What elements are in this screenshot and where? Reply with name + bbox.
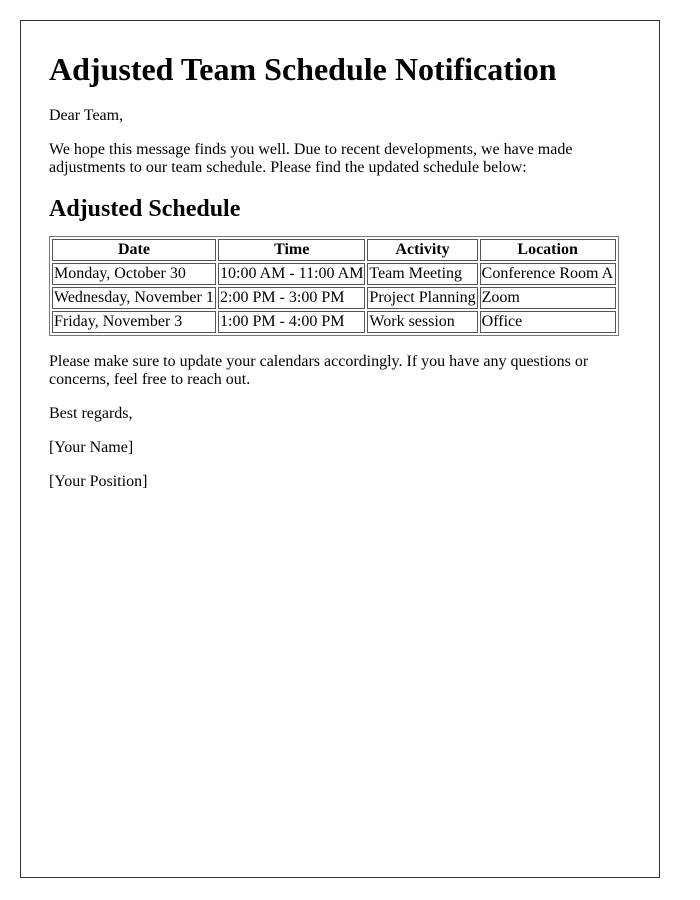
table-header-row: Date Time Activity Location: [52, 239, 616, 261]
signature-position: [Your Position]: [49, 473, 148, 490]
signature-name: [Your Name]: [49, 439, 134, 456]
sign-off: Best regards,: [49, 405, 133, 422]
table-row: Friday, November 3 1:00 PM - 4:00 PM Wor…: [52, 311, 616, 333]
cell-date: Monday, October 30: [52, 263, 216, 285]
page-title: Adjusted Team Schedule Notification: [49, 51, 557, 87]
cell-time: 2:00 PM - 3:00 PM: [218, 287, 366, 309]
cell-location: Conference Room A: [479, 263, 616, 285]
letter-page: Adjusted Team Schedule Notification Dear…: [20, 20, 660, 878]
column-header-activity: Activity: [367, 239, 478, 261]
cell-location: Zoom: [479, 287, 616, 309]
table-row: Monday, October 30 10:00 AM - 11:00 AM T…: [52, 263, 616, 285]
cell-date: Friday, November 3: [52, 311, 216, 333]
schedule-table: Date Time Activity Location Monday, Octo…: [49, 236, 619, 336]
column-header-location: Location: [479, 239, 616, 261]
cell-time: 1:00 PM - 4:00 PM: [218, 311, 366, 333]
column-header-date: Date: [52, 239, 216, 261]
cell-activity: Team Meeting: [367, 263, 478, 285]
cell-date: Wednesday, November 1: [52, 287, 216, 309]
cell-activity: Work session: [367, 311, 478, 333]
closing-paragraph: Please make sure to update your calendar…: [49, 353, 589, 388]
cell-time: 10:00 AM - 11:00 AM: [218, 263, 366, 285]
greeting: Dear Team,: [49, 107, 124, 124]
cell-activity: Project Planning: [367, 287, 478, 309]
table-row: Wednesday, November 1 2:00 PM - 3:00 PM …: [52, 287, 616, 309]
cell-location: Office: [479, 311, 616, 333]
column-header-time: Time: [218, 239, 366, 261]
intro-paragraph: We hope this message finds you well. Due…: [49, 141, 573, 176]
section-heading: Adjusted Schedule: [49, 196, 241, 222]
